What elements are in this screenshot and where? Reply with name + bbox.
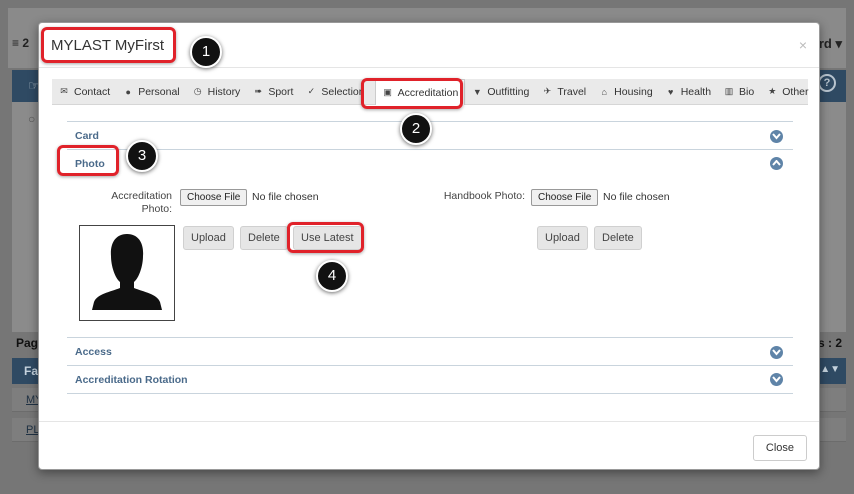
label-line: Accreditation [111, 190, 172, 202]
tab-housing[interactable]: ⌂ Housing [592, 79, 659, 105]
callout-badge-3: 3 [126, 140, 158, 172]
tab-label: Sport [268, 85, 294, 98]
section-card-title[interactable]: Card [75, 130, 99, 142]
tab-travel[interactable]: ✈ Travel [535, 79, 592, 105]
highlight-accreditation-tab [361, 78, 463, 109]
section-divider [67, 365, 793, 366]
section-access-title[interactable]: Access [75, 346, 112, 358]
star-icon: ★ [768, 86, 777, 96]
shirt-icon: ▼ [472, 86, 482, 97]
highlight-photo-section [57, 145, 119, 176]
section-divider [67, 337, 793, 338]
plane-icon: ✈ [543, 86, 552, 96]
tab-outfitting[interactable]: ▼ Outfitting [465, 79, 535, 105]
search-icon: ○ [28, 112, 36, 126]
tab-personal[interactable]: ● Personal [116, 79, 185, 105]
user-icon: ● [125, 86, 131, 97]
tab-label: Other [782, 85, 809, 98]
tab-label: History [207, 85, 241, 98]
accreditation-choose-file-button[interactable]: Choose File [180, 189, 248, 206]
highlight-use-latest [287, 222, 364, 253]
backdrop-menu-fragment: ≡ 2 [12, 36, 30, 50]
chevron-up-icon[interactable] [770, 157, 783, 170]
chevron-down-icon[interactable] [770, 346, 783, 359]
home-icon: ⌂ [601, 86, 607, 97]
label-line: Photo: [141, 203, 172, 215]
accreditation-photo-placeholder [79, 225, 175, 321]
header-divider [39, 67, 819, 68]
section-divider [67, 149, 793, 150]
tab-label: Contact [74, 85, 111, 98]
tab-label: Selection [321, 85, 365, 98]
backdrop-table-header-label: Fa [24, 364, 39, 378]
backdrop-dropdown-fragment: rd ▾ [818, 36, 842, 51]
close-button[interactable]: Close [752, 435, 807, 461]
tab-selection[interactable]: ✓ Selection [299, 79, 370, 105]
accreditation-upload-button[interactable]: Upload [183, 226, 234, 250]
close-icon[interactable]: × [799, 37, 807, 53]
tab-label: Housing [614, 85, 653, 98]
accreditation-file-status: No file chosen [252, 191, 319, 203]
backdrop-pagination-count: s : 2 [817, 336, 842, 350]
accreditation-delete-button[interactable]: Delete [240, 226, 288, 250]
envelope-icon: ✉ [60, 86, 68, 96]
section-divider [67, 393, 793, 394]
section-rotation-title[interactable]: Accreditation Rotation [75, 374, 188, 386]
tab-health[interactable]: ♥ Health [659, 79, 717, 105]
handbook-delete-button[interactable]: Delete [594, 226, 642, 250]
callout-badge-1: 1 [190, 36, 222, 68]
tab-other[interactable]: ★ Other [760, 79, 814, 105]
tab-contact[interactable]: ✉ Contact [52, 79, 116, 105]
backdrop-pagination-label: Pag [16, 336, 39, 350]
handbook-file-status: No file chosen [603, 191, 670, 203]
callout-badge-2: 2 [400, 113, 432, 145]
handbook-upload-button[interactable]: Upload [537, 226, 588, 250]
handbook-photo-label: Handbook Photo: [443, 190, 525, 202]
sort-icon: ▲▼ [820, 364, 840, 375]
tab-sport[interactable]: ➠ Sport [246, 79, 299, 105]
runner-icon: ➠ [254, 86, 263, 96]
clock-icon: ◷ [193, 86, 202, 96]
highlight-title [41, 27, 176, 63]
footer-divider [39, 421, 819, 422]
tab-history[interactable]: ◷ History [186, 79, 247, 105]
check-icon: ✓ [307, 86, 316, 96]
tab-label: Personal [138, 85, 180, 98]
chevron-down-icon[interactable] [770, 130, 783, 143]
tab-bio[interactable]: ▥ Bio [717, 79, 760, 105]
callout-badge-4: 4 [316, 260, 348, 292]
chevron-down-icon[interactable] [770, 373, 783, 386]
heart-icon: ♥ [668, 86, 674, 97]
tab-label: Health [680, 85, 712, 98]
accreditation-photo-label: Accreditation Photo: [97, 190, 172, 216]
tab-label: Travel [557, 85, 587, 98]
tab-label: Bio [739, 85, 755, 98]
handbook-choose-file-button[interactable]: Choose File [531, 189, 599, 206]
book-icon: ▥ [724, 86, 734, 96]
help-icon: ? [818, 74, 836, 92]
tab-label: Outfitting [487, 85, 530, 98]
silhouette-icon [92, 234, 162, 310]
